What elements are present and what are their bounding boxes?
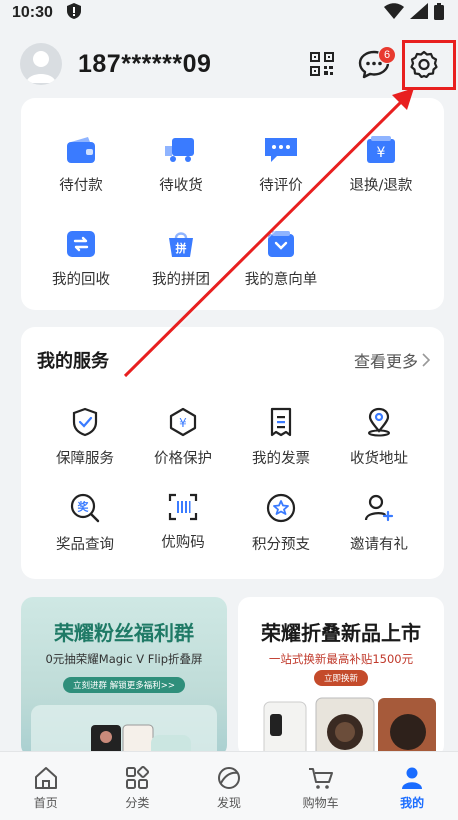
tab-label: 发现 <box>216 796 241 810</box>
foldable-phone-illustration <box>31 705 217 757</box>
tab-label: 我的 <box>400 796 425 810</box>
invite-icon <box>364 494 394 522</box>
price-protect-icon: ¥ <box>169 407 197 437</box>
service-item-protection[interactable]: 保障服务 <box>35 407 135 468</box>
promo-subtitle: 一站式换新最高补贴1500元 <box>268 652 414 666</box>
order-item-intent[interactable]: 我的意向单 <box>231 230 331 289</box>
profile-header: 187******09 6 <box>0 26 458 102</box>
order-item-group-buy[interactable]: 拼 我的拼团 <box>131 230 231 289</box>
tab-cart[interactable]: 购物车 <box>275 752 367 820</box>
order-item-label: 退换/退款 <box>349 178 413 194</box>
see-more-label: 查看更多 <box>353 352 418 371</box>
promo-fan-group[interactable]: 荣耀粉丝福利群 0元抽荣耀Magic V Flip折叠屏 立刻进群 解锁更多福利… <box>21 597 227 757</box>
promo-join-button[interactable]: 立刻进群 解锁更多福利>> <box>63 677 185 693</box>
avatar[interactable] <box>20 43 62 85</box>
service-item-prize-search[interactable]: 奖 奖品查询 <box>35 493 135 554</box>
security-shield-icon <box>66 3 81 23</box>
order-item-pending-review[interactable]: 待评价 <box>231 136 331 195</box>
service-item-address[interactable]: 收货地址 <box>329 407 429 468</box>
promo-foldable-launch[interactable]: 荣耀折叠新品上市 一站式换新最高补贴1500元 立即换新 <box>238 597 444 757</box>
order-item-recycle[interactable]: 我的回收 <box>31 230 131 289</box>
service-item-label: 我的发票 <box>252 451 310 467</box>
svg-text:¥: ¥ <box>179 416 187 430</box>
order-item-pending-payment[interactable]: 待付款 <box>31 136 131 195</box>
status-bar: 10:30 <box>0 0 458 26</box>
tab-profile[interactable]: 我的 <box>366 752 458 820</box>
svg-text:¥: ¥ <box>377 145 386 161</box>
order-item-label: 我的意向单 <box>244 272 318 288</box>
order-item-label: 待评价 <box>259 178 303 194</box>
foldable-phone-product-image <box>263 697 436 757</box>
qr-code-button[interactable] <box>302 44 342 84</box>
see-more-link[interactable]: 查看更多 <box>354 348 430 372</box>
home-icon <box>34 767 57 789</box>
service-item-invoice[interactable]: 我的发票 <box>231 407 331 468</box>
avatar-placeholder-icon <box>26 51 56 83</box>
service-item-coupon-code[interactable]: 优购码 <box>133 493 233 552</box>
tab-label: 购物车 <box>302 796 339 810</box>
bottom-tab-bar: 首页 分类 发现 购物车 我的 <box>0 751 458 820</box>
group-buy-icon: 拼 <box>169 232 193 257</box>
barcode-icon <box>168 493 198 521</box>
order-item-label: 待收货 <box>159 178 203 194</box>
tab-label: 分类 <box>125 796 150 810</box>
promo-title: 荣耀粉丝福利群 <box>54 621 194 645</box>
service-item-invite[interactable]: 邀请有礼 <box>329 493 429 554</box>
service-item-label: 优购码 <box>161 535 205 551</box>
qr-code-icon <box>310 52 334 76</box>
svg-text:奖: 奖 <box>78 500 90 514</box>
intent-order-icon <box>268 231 294 257</box>
tab-category[interactable]: 分类 <box>92 752 184 820</box>
tab-home[interactable]: 首页 <box>0 752 92 820</box>
services-card: 我的服务 查看更多 保障服务 ¥ 价格保护 我的发票 收货地址 奖 奖品查询 优… <box>21 327 444 579</box>
promo-trade-in-button[interactable]: 立即换新 <box>313 670 369 686</box>
service-item-label: 收货地址 <box>350 451 408 467</box>
points-icon <box>266 493 296 523</box>
truck-icon <box>165 138 194 162</box>
promo-subtitle: 0元抽荣耀Magic V Flip折叠屏 <box>45 652 203 666</box>
order-item-refund[interactable]: ¥ 退换/退款 <box>331 136 431 195</box>
cart-icon <box>308 768 333 789</box>
settings-highlight-box <box>402 40 456 90</box>
status-time: 10:30 <box>12 4 53 21</box>
service-item-points-advance[interactable]: 积分预支 <box>231 493 331 554</box>
category-icon <box>126 766 150 789</box>
battery-icon <box>434 2 444 24</box>
comment-icon <box>265 138 297 162</box>
svg-text:拼: 拼 <box>176 241 187 255</box>
promo-title: 荣耀折叠新品上市 <box>261 621 421 645</box>
refund-icon: ¥ <box>367 136 395 163</box>
service-item-label: 价格保护 <box>154 451 212 467</box>
order-item-pending-delivery[interactable]: 待收货 <box>131 136 231 195</box>
service-item-label: 保障服务 <box>56 451 114 467</box>
message-count-badge: 6 <box>378 46 396 64</box>
shield-icon <box>72 407 98 437</box>
wallet-icon <box>67 137 95 163</box>
location-icon <box>368 407 390 437</box>
cellular-signal-icon <box>410 3 428 23</box>
service-item-price-protection[interactable]: ¥ 价格保护 <box>133 407 233 468</box>
service-item-label: 邀请有礼 <box>350 537 408 553</box>
service-item-label: 积分预支 <box>252 537 310 553</box>
username[interactable]: 187******09 <box>78 50 211 79</box>
order-item-label: 我的回收 <box>52 272 110 288</box>
chevron-right-icon <box>422 353 430 367</box>
recycle-icon <box>67 231 95 257</box>
wifi-icon <box>384 3 404 23</box>
tab-discover[interactable]: 发现 <box>183 752 275 820</box>
service-item-label: 奖品查询 <box>56 537 114 553</box>
discover-icon <box>217 767 240 789</box>
prize-search-icon: 奖 <box>70 493 100 523</box>
profile-icon <box>402 767 423 789</box>
tab-label: 首页 <box>33 796 58 810</box>
services-title: 我的服务 <box>37 351 109 372</box>
order-item-label: 我的拼团 <box>152 272 210 288</box>
orders-card: 待付款 待收货 待评价 ¥ 退换/退款 我的回收 拼 我的拼团 我的意向单 <box>21 98 444 310</box>
messages-button[interactable]: 6 <box>354 44 396 84</box>
order-item-label: 待付款 <box>59 178 103 194</box>
invoice-icon <box>270 407 292 437</box>
